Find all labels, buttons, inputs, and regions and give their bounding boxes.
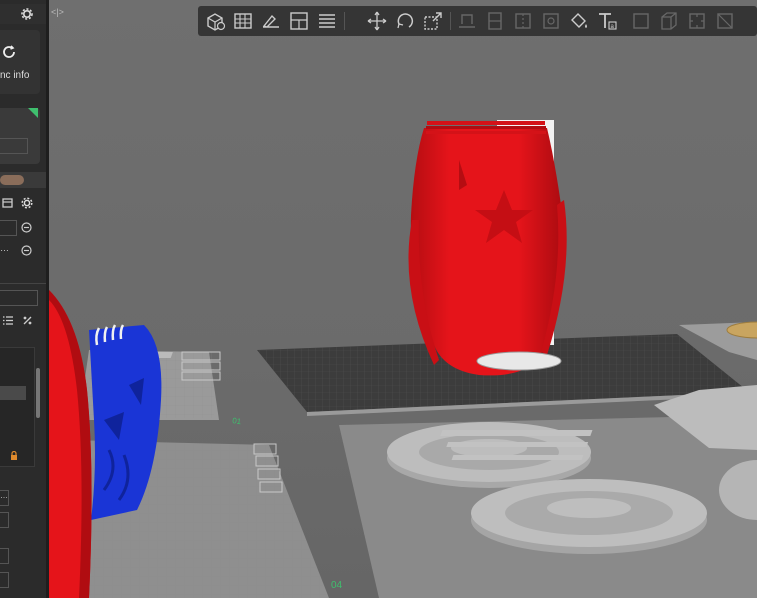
percent-icon[interactable] <box>22 315 33 326</box>
search-field[interactable] <box>0 290 38 306</box>
bottom-field-4[interactable] <box>0 572 9 588</box>
bottom-field-3[interactable] <box>0 548 9 564</box>
sync-info-panel[interactable]: nc info <box>0 30 40 94</box>
object-list-selected-row[interactable] <box>0 386 26 400</box>
filament-chip[interactable] <box>0 175 24 185</box>
red-foreground-part[interactable] <box>49 290 92 598</box>
rotate-icon[interactable] <box>394 10 416 32</box>
list-icon[interactable] <box>316 10 338 32</box>
printer-field[interactable] <box>0 138 28 154</box>
sidebar-tab-strip <box>0 172 46 188</box>
support-icon[interactable] <box>484 10 506 32</box>
remove-filament-icon-2[interactable] <box>21 245 32 256</box>
left-sidebar: nc info … … <box>0 0 46 598</box>
3d-viewport[interactable]: 01 04 <|> <box>49 0 757 598</box>
scene[interactable]: 01 04 <box>49 0 757 598</box>
text-icon[interactable]: a <box>596 10 618 32</box>
object-list[interactable] <box>0 347 35 467</box>
toolbar-separator-1 <box>344 12 345 30</box>
add-cube-icon[interactable] <box>204 10 226 32</box>
sidebar-divider <box>0 283 46 284</box>
filament-settings-icon[interactable] <box>21 197 33 209</box>
seam-icon[interactable] <box>512 10 534 32</box>
remove-filament-icon-1[interactable] <box>21 222 32 233</box>
toolbar-separator-2 <box>450 12 451 30</box>
box-icon[interactable] <box>630 10 652 32</box>
grid-icon[interactable] <box>232 10 254 32</box>
edit-image-icon[interactable] <box>260 10 282 32</box>
list-view-icon[interactable] <box>2 315 14 326</box>
scale-icon[interactable] <box>422 10 444 32</box>
printer-panel[interactable] <box>0 108 40 164</box>
sync-icon <box>3 45 15 58</box>
object-list-scrollbar[interactable] <box>36 368 40 418</box>
filament-row-2[interactable]: … <box>0 243 16 257</box>
plate-label-04: 04 <box>331 580 343 591</box>
collapse-sidebar-button[interactable]: <|> <box>51 6 64 18</box>
printer-status-corner <box>28 108 38 118</box>
move-icon[interactable] <box>366 10 388 32</box>
sync-info-label: nc info <box>0 70 30 81</box>
sidebar-header <box>0 4 46 24</box>
red-vase[interactable] <box>408 120 567 376</box>
lock-icon[interactable] <box>10 451 18 461</box>
bottom-field-2[interactable] <box>0 512 9 528</box>
filament-row-1[interactable] <box>0 220 17 236</box>
top-toolbar: a <box>198 6 757 36</box>
plate-label-01: 01 <box>232 416 243 426</box>
plate-settings-icon[interactable] <box>2 197 14 209</box>
settings-icon[interactable] <box>21 8 33 20</box>
assemble-icon[interactable] <box>714 10 736 32</box>
bottom-field-1[interactable]: … <box>0 490 9 506</box>
layout-icon[interactable] <box>288 10 310 32</box>
measure-icon[interactable] <box>686 10 708 32</box>
box-3d-icon[interactable] <box>658 10 680 32</box>
cut-icon[interactable] <box>456 10 478 32</box>
paint-icon[interactable] <box>568 10 590 32</box>
fuzzy-icon[interactable] <box>540 10 562 32</box>
